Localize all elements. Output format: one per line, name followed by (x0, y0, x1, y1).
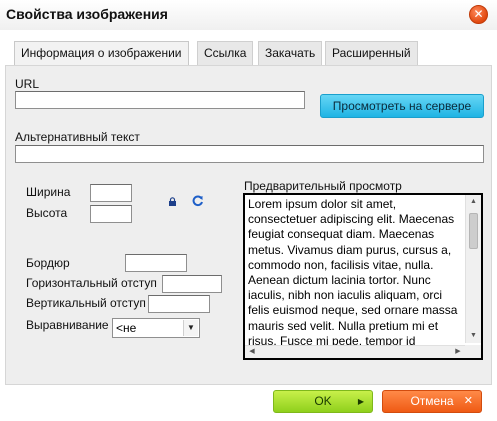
vspace-input[interactable] (148, 295, 210, 313)
image-properties-dialog: Свойства изображения ✕ Информация о изоб… (0, 0, 497, 421)
tab-upload[interactable]: Закачать (258, 41, 323, 65)
hspace-label: Горизонтальный отступ (26, 276, 157, 290)
border-label: Бордюр (26, 256, 70, 270)
preview-horizontal-scrollbar[interactable]: ◀ ▶ (245, 345, 465, 358)
width-input[interactable] (90, 184, 132, 202)
scroll-up-icon[interactable]: ▲ (466, 195, 481, 209)
width-label: Ширина (26, 185, 71, 199)
scroll-down-icon[interactable]: ▼ (466, 329, 481, 343)
hspace-input[interactable] (162, 275, 222, 293)
preview-label: Предварительный просмотр (244, 179, 402, 193)
height-input[interactable] (90, 205, 132, 223)
scroll-right-icon[interactable]: ▶ (451, 346, 465, 358)
chevron-down-icon[interactable]: ▼ (183, 320, 198, 336)
browse-server-button[interactable]: Просмотреть на сервере (320, 94, 484, 118)
align-select[interactable]: <не определено> ▼ (112, 318, 200, 338)
close-icon: ✕ (463, 395, 473, 407)
cancel-button[interactable]: Отмена ✕ (382, 390, 482, 413)
scroll-left-icon[interactable]: ◀ (245, 346, 259, 358)
align-label: Выравнивание (26, 318, 109, 332)
alt-text-input[interactable] (15, 145, 484, 163)
scrollbar-corner (465, 345, 481, 358)
lock-icon[interactable] (168, 197, 177, 206)
tab-link[interactable]: Ссылка (197, 41, 254, 65)
dialog-titlebar[interactable]: Свойства изображения ✕ (0, 0, 497, 30)
align-selected-value: <не определено> (116, 321, 137, 335)
ok-button[interactable]: OK ▶ (273, 390, 373, 413)
dialog-title: Свойства изображения (6, 6, 168, 22)
url-label: URL (15, 77, 40, 91)
tab-image-info[interactable]: Информация о изображении (14, 41, 189, 66)
ok-button-label: OK (314, 394, 332, 408)
alt-text-label: Альтернативный текст (15, 130, 140, 144)
close-icon[interactable]: ✕ (469, 5, 488, 24)
vspace-label: Вертикальный отступ (26, 296, 146, 310)
height-label: Высота (26, 206, 68, 220)
url-input[interactable] (15, 91, 305, 109)
arrow-right-icon: ▶ (357, 397, 364, 406)
scroll-thumb[interactable] (469, 213, 478, 249)
reset-size-icon[interactable] (191, 194, 204, 207)
tab-bar: Информация о изображении Ссылка Закачать… (14, 41, 484, 66)
cancel-button-label: Отмена (410, 394, 454, 408)
tab-advanced[interactable]: Расширенный (325, 41, 418, 65)
preview-vertical-scrollbar[interactable]: ▲ ▼ (465, 195, 481, 343)
preview-text: Lorem ipsum dolor sit amet, consectetuer… (248, 197, 458, 345)
preview-box: Lorem ipsum dolor sit amet, consectetuer… (243, 193, 483, 360)
border-input[interactable] (125, 254, 187, 272)
